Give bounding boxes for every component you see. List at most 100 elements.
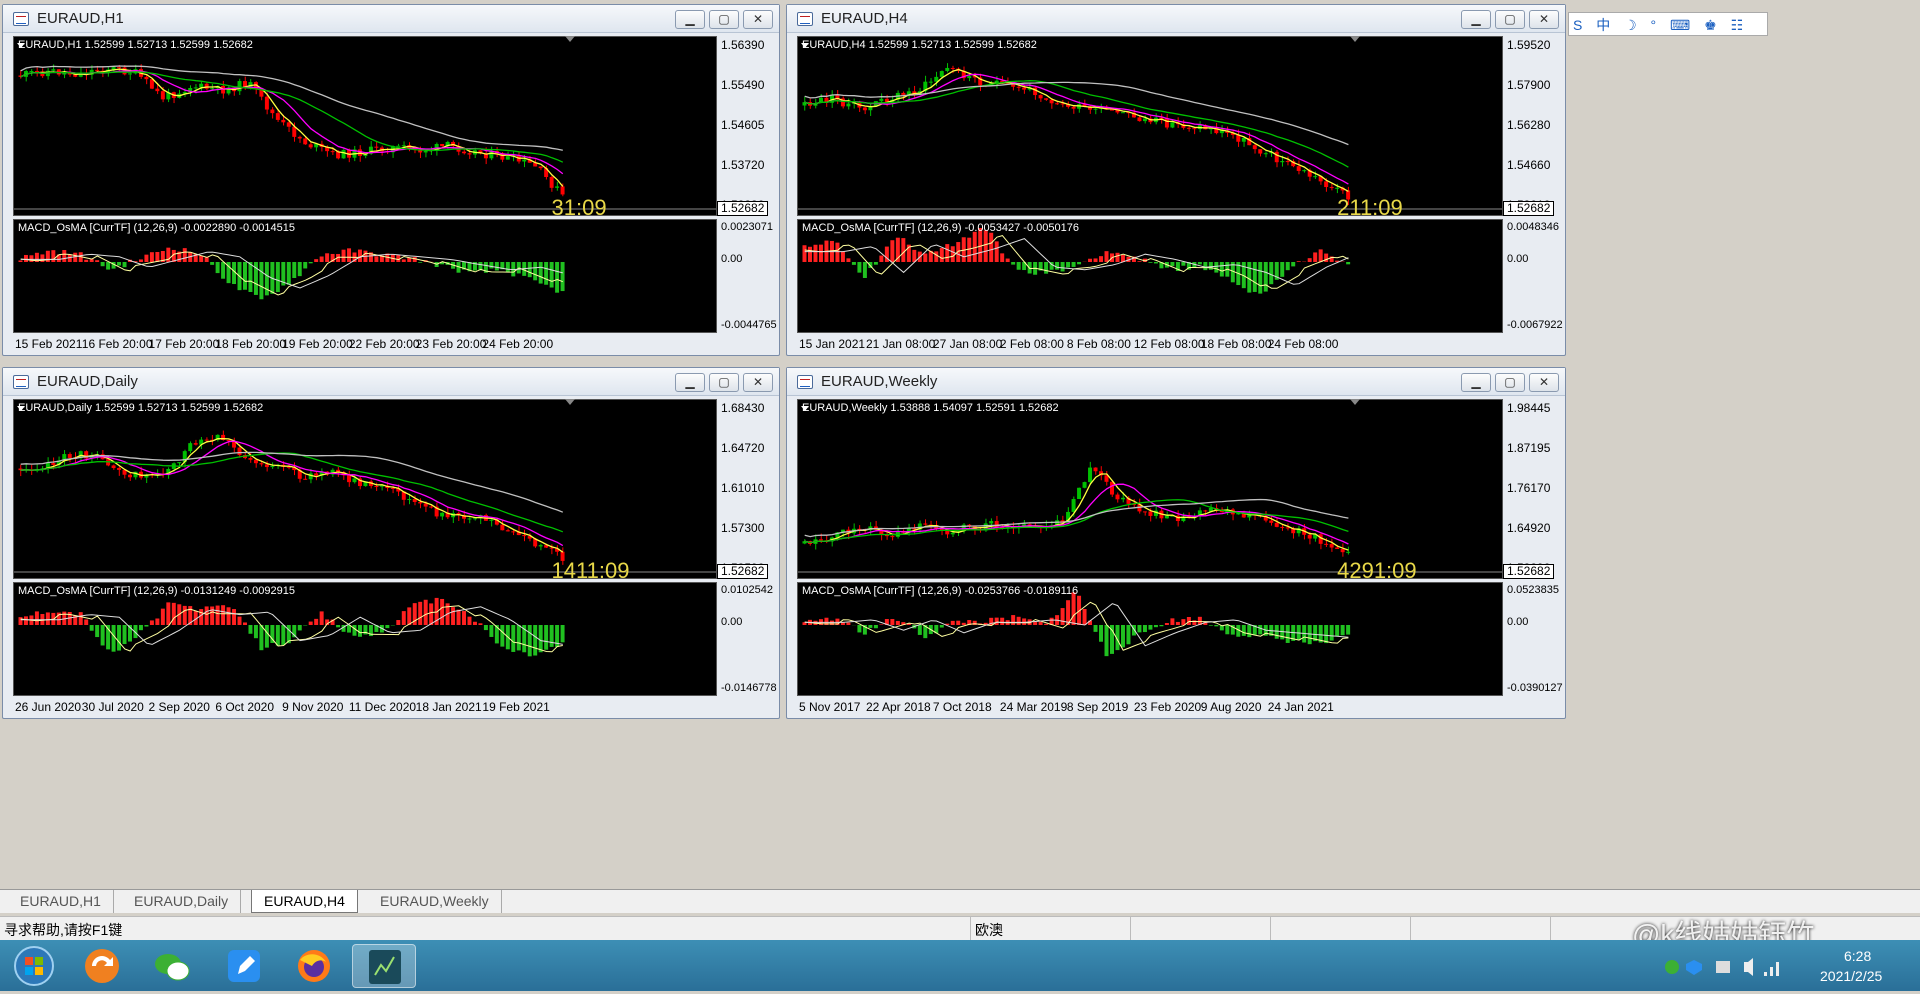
macd-bar [84, 619, 88, 625]
macd-bar [155, 252, 159, 262]
chart-window-h1[interactable]: EURAUD,H1▁▢✕ EURAUD,H1 1.52599 1.52713 1.… [2, 4, 780, 356]
chart-shift-marker[interactable] [1350, 36, 1360, 42]
time-axis-label: 18 Feb 20:00 [215, 337, 286, 351]
macd-indicator-panel[interactable]: MACD_OsMA [CurrTF] (12,26,9) -0.0131249 … [13, 582, 717, 696]
candle-body [254, 460, 258, 463]
candle-body [150, 79, 154, 89]
maximize-button[interactable]: ▢ [1495, 373, 1525, 392]
time-axis-label: 30 Jul 2020 [82, 700, 144, 714]
macd-bar [1066, 262, 1070, 267]
tab-euraud-daily[interactable]: EURAUD,Daily [122, 890, 241, 913]
candle-body [539, 166, 543, 168]
taskbar-app-firefox[interactable] [282, 944, 346, 988]
chart-shift-marker[interactable] [1350, 399, 1360, 405]
taskbar-app-notes[interactable] [212, 944, 276, 988]
macd-bar [259, 625, 263, 650]
window-titlebar[interactable]: EURAUD,Weekly▁▢✕ [787, 368, 1565, 396]
macd-bar [139, 259, 143, 262]
price-chart[interactable]: EURAUD,H4 1.52599 1.52713 1.52599 1.5268… [797, 36, 1503, 216]
chart-shift-marker[interactable] [565, 399, 575, 405]
macd-bar [1319, 249, 1323, 262]
macd-axis-label: 0.00 [1507, 253, 1565, 265]
close-button[interactable]: ✕ [1529, 373, 1559, 392]
macd-bar [528, 625, 532, 656]
window-titlebar[interactable]: EURAUD,H1▁▢✕ [3, 5, 779, 33]
candle-body [1335, 188, 1339, 189]
candle-body [506, 530, 510, 531]
macd-bar [1077, 262, 1081, 264]
maximize-button[interactable]: ▢ [1495, 10, 1525, 29]
close-button[interactable]: ✕ [1529, 10, 1559, 29]
macd-bar [1346, 262, 1350, 264]
minimize-button[interactable]: ▁ [675, 10, 705, 29]
candle-body [303, 138, 307, 144]
macd-indicator-panel[interactable]: MACD_OsMA [CurrTF] (12,26,9) -0.0253766 … [797, 582, 1503, 696]
close-button[interactable]: ✕ [743, 373, 773, 392]
candle-body [374, 486, 378, 487]
chart-shift-marker[interactable] [565, 36, 575, 42]
price-chart[interactable]: EURAUD,Daily 1.52599 1.52713 1.52599 1.5… [13, 399, 717, 579]
clock-time[interactable]: 6:28 [1844, 948, 1871, 964]
macd-bar [424, 600, 428, 625]
candle-body [1330, 544, 1334, 547]
candle-body [550, 177, 554, 188]
macd-indicator-panel[interactable]: MACD_OsMA [CurrTF] (12,26,9) -0.0053427 … [797, 219, 1503, 333]
macd-bar [287, 262, 291, 285]
maximize-button[interactable]: ▢ [709, 10, 739, 29]
macd-bar [320, 611, 324, 625]
minimize-button[interactable]: ▁ [1461, 10, 1491, 29]
price-chart[interactable]: EURAUD,Weekly 1.53888 1.54097 1.52591 1.… [797, 399, 1503, 579]
chart-window-weekly[interactable]: EURAUD,Weekly▁▢✕ EURAUD,Weekly 1.53888 1.… [786, 367, 1566, 719]
taskbar-app-wechat[interactable] [140, 944, 204, 988]
tab-euraud-h1[interactable]: EURAUD,H1 [8, 890, 114, 913]
tab-euraud-h4[interactable]: EURAUD,H4 [251, 890, 358, 913]
current-price-label: 1.52682 [1503, 201, 1554, 216]
taskbar-app-terminal[interactable] [352, 944, 416, 988]
macd-bar [1214, 625, 1218, 626]
macd-bar [101, 625, 105, 645]
clock-date[interactable]: 2021/2/25 [1820, 968, 1882, 984]
macd-bar [117, 625, 121, 651]
start-button[interactable] [6, 944, 62, 988]
macd-bar [1143, 625, 1147, 632]
chart-window-h4[interactable]: EURAUD,H4▁▢✕ EURAUD,H4 1.52599 1.52713 1.… [786, 4, 1566, 356]
close-button[interactable]: ✕ [743, 10, 773, 29]
header-dropdown-icon[interactable] [17, 43, 25, 48]
macd-bar [1072, 262, 1076, 267]
macd-bar [951, 621, 955, 625]
macd-indicator-panel[interactable]: MACD_OsMA [CurrTF] (12,26,9) -0.0022890 … [13, 219, 717, 333]
price-chart[interactable]: EURAUD,H1 1.52599 1.52713 1.52599 1.5268… [13, 36, 717, 216]
tab-euraud-weekly[interactable]: EURAUD,Weekly [368, 890, 502, 913]
time-axis-label: 16 Feb 20:00 [82, 337, 153, 351]
header-dropdown-icon[interactable] [801, 406, 809, 411]
macd-bar [1247, 625, 1251, 637]
candle-body [846, 104, 850, 107]
candle-body [819, 539, 823, 540]
minimize-button[interactable]: ▁ [1461, 373, 1491, 392]
minimize-button[interactable]: ▁ [675, 373, 705, 392]
candle-body [205, 440, 209, 441]
macd-bar [407, 607, 411, 625]
macd-axis-label: 0.0102542 [721, 584, 779, 596]
candle-body [227, 440, 231, 441]
macd-bar [303, 262, 307, 268]
taskbar-app-sync[interactable] [70, 944, 134, 988]
macd-bar [1148, 625, 1152, 630]
ime-toolbar[interactable]: S 中 ☽ ° ⌨ ♚ ☷ [1568, 12, 1768, 36]
macd-bar [396, 620, 400, 625]
price-axis-label: 1.56390 [721, 38, 764, 52]
macd-axis-label: 0.00 [721, 616, 779, 628]
time-axis-label: 9 Aug 2020 [1201, 700, 1262, 714]
candle-body [270, 466, 274, 467]
macd-bar [106, 262, 110, 270]
macd-histogram [14, 583, 716, 695]
chart-window-daily[interactable]: EURAUD,Daily▁▢✕ EURAUD,Daily 1.52599 1.52… [2, 367, 780, 719]
header-dropdown-icon[interactable] [801, 43, 809, 48]
maximize-button[interactable]: ▢ [709, 373, 739, 392]
time-axis-label: 9 Nov 2020 [282, 700, 343, 714]
window-titlebar[interactable]: EURAUD,H4▁▢✕ [787, 5, 1565, 33]
macd-bar [852, 262, 856, 265]
header-dropdown-icon[interactable] [17, 406, 25, 411]
window-titlebar[interactable]: EURAUD,Daily▁▢✕ [3, 368, 779, 396]
moving-average-line [21, 71, 563, 174]
